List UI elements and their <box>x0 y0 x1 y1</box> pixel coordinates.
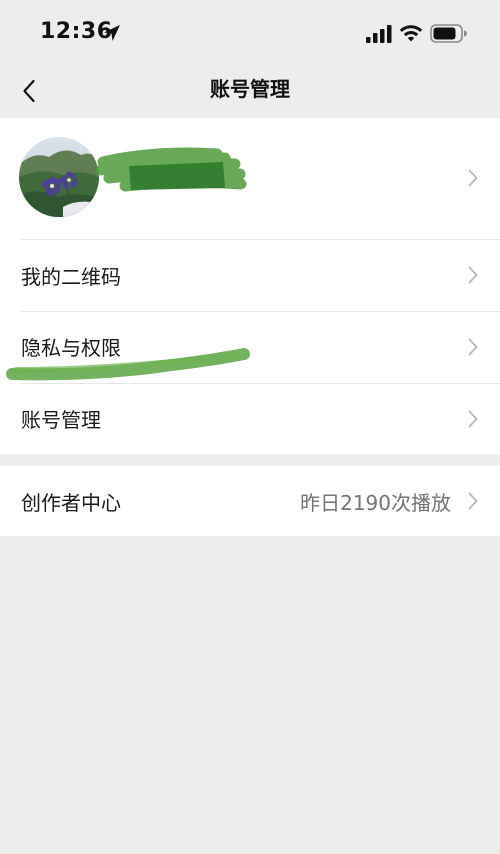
creator-center-label: 创作者中心 <box>21 491 121 515</box>
privacy-permissions-label: 隐私与权限 <box>21 336 121 360</box>
chevron-right-icon <box>468 169 478 187</box>
chevron-right-icon <box>468 266 478 284</box>
account-management-label: 账号管理 <box>21 408 101 432</box>
back-button[interactable] <box>12 74 46 108</box>
creator-group: 创作者中心 昨日2190次播放 <box>0 466 500 536</box>
my-qr-code-row[interactable]: 我的二维码 <box>0 240 500 311</box>
chevron-right-icon <box>468 338 478 356</box>
battery-icon <box>430 24 467 43</box>
creator-center-plays-stat: 昨日2190次播放 <box>300 491 451 515</box>
account-settings-group: 我的二维码 隐私与权限 账号管理 <box>0 118 500 454</box>
my-qr-code-label: 我的二维码 <box>21 265 121 289</box>
cellular-signal-icon <box>366 25 392 43</box>
chevron-left-icon <box>23 79 35 103</box>
avatar <box>19 137 99 217</box>
profile-row[interactable] <box>0 118 500 239</box>
account-management-row[interactable]: 账号管理 <box>0 384 500 454</box>
wifi-icon <box>399 25 423 42</box>
nav-bar: 账号管理 <box>0 66 500 116</box>
chevron-right-icon <box>468 410 478 428</box>
location-arrow-icon <box>104 25 120 41</box>
page-title: 账号管理 <box>210 77 290 101</box>
redacted-username-scribble <box>95 147 247 192</box>
creator-center-row[interactable]: 创作者中心 昨日2190次播放 <box>0 466 500 536</box>
privacy-permissions-row[interactable]: 隐私与权限 <box>0 312 500 383</box>
chevron-right-icon <box>468 492 478 510</box>
status-bar: 12:36 <box>0 0 500 66</box>
